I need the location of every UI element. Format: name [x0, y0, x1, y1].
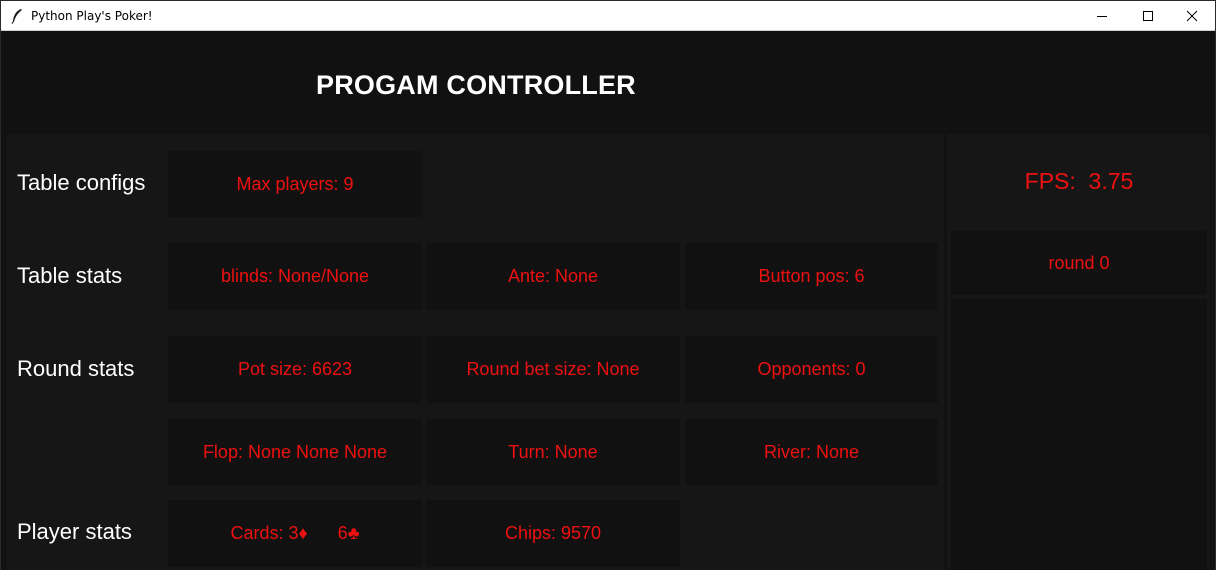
minimize-button[interactable] [1079, 1, 1125, 31]
feather-icon [11, 9, 22, 24]
minimize-icon [1097, 16, 1107, 17]
page-title: PROGAM CONTROLLER [316, 70, 636, 100]
round-stats-label: Round stats [17, 356, 135, 381]
maximize-icon [1143, 11, 1153, 21]
round-counter: round 0 [951, 231, 1207, 295]
blinds-cell: blinds: None/None [168, 243, 422, 310]
turn-cell: Turn: None [426, 419, 680, 485]
table-configs-label: Table configs [17, 170, 146, 195]
flop-cell: Flop: None None None [168, 419, 422, 485]
close-icon [1186, 10, 1198, 22]
button-pos-cell: Button pos: 6 [685, 243, 938, 310]
fps-readout: FPS: 3.75 [951, 135, 1207, 227]
main-content: PROGAM CONTROLLER Table configs Table st… [1, 32, 1215, 570]
side-empty-area [951, 299, 1207, 570]
player-stats-label: Player stats [17, 519, 132, 544]
ante-cell: Ante: None [426, 243, 680, 310]
app-window: Python Play's Poker! PROGAM CONTROLLER T… [0, 0, 1216, 570]
round-bet-size-cell: Round bet size: None [426, 336, 680, 403]
window-title: Python Play's Poker! [31, 9, 153, 23]
pot-size-cell: Pot size: 6623 [168, 336, 422, 403]
close-button[interactable] [1169, 1, 1215, 31]
river-cell: River: None [685, 419, 938, 485]
cards-cell: Cards: 3♦ 6♣ [168, 500, 422, 567]
maximize-button[interactable] [1125, 1, 1171, 31]
chips-cell: Chips: 9570 [426, 500, 680, 567]
max-players-cell: Max players: 9 [168, 151, 422, 217]
title-bar[interactable]: Python Play's Poker! [1, 1, 1215, 31]
opponents-cell: Opponents: 0 [685, 336, 938, 403]
table-stats-label: Table stats [17, 263, 123, 288]
